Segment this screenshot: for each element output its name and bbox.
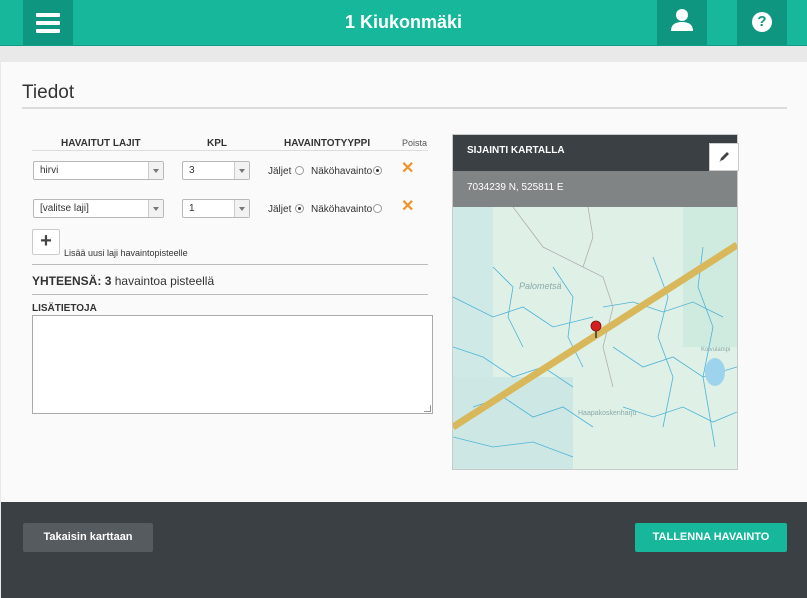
species-select-2[interactable]: [valitse laji] (33, 199, 164, 218)
map-terrain: Palometsä Haapakoskenharju Koivulampi (453, 207, 737, 469)
species-value-1: hirvi (40, 165, 59, 176)
count-value-1: 3 (189, 165, 195, 176)
divider (32, 264, 428, 265)
user-icon (671, 9, 693, 31)
tracks-radio-2[interactable] (295, 204, 304, 213)
top-bar: 1 Kiukonmäki ? (0, 0, 807, 46)
sighting-label-2: Näköhavainto (311, 204, 373, 215)
sighting-radio-2[interactable] (373, 204, 382, 213)
total-summary: YHTEENSÄ: 3 havaintoa pisteellä (32, 274, 214, 288)
resize-grip-icon[interactable] (424, 405, 431, 412)
map-card: SIJAINTI KARTALLA 7034239 N, 525811 E Pa… (452, 134, 739, 470)
delete-row-2-icon[interactable]: ✕ (401, 199, 414, 215)
chevron-down-icon (148, 200, 163, 217)
edit-location-button[interactable] (709, 143, 739, 171)
notes-label: LISÄTIETOJA (32, 303, 97, 314)
sighting-radio-1[interactable] (373, 166, 382, 175)
column-header-count: KPL (207, 138, 227, 149)
map-place-label: Koivulampi (701, 347, 730, 353)
back-to-map-button[interactable]: Takaisin karttaan (23, 523, 153, 552)
map-view[interactable]: Palometsä Haapakoskenharju Koivulampi (453, 207, 737, 469)
chevron-down-icon (234, 200, 249, 217)
coordinate-bar: 7034239 N, 525811 E (453, 171, 737, 207)
add-species-label: Lisää uusi laji havaintopisteelle (64, 248, 188, 258)
chevron-down-icon (234, 162, 249, 179)
total-suffix: havaintoa pisteellä (114, 274, 215, 288)
save-observation-button[interactable]: TALLENNA HAVAINTO (635, 523, 787, 552)
tracks-label-2: Jäljet (268, 204, 292, 215)
count-select-1[interactable]: 3 (182, 161, 250, 180)
chevron-down-icon (148, 162, 163, 179)
map-place-label: Palometsä (519, 281, 562, 291)
sighting-label-1: Näköhavainto (311, 166, 373, 177)
title-divider (22, 107, 787, 109)
add-species-button[interactable]: + (32, 229, 60, 255)
question-mark-icon: ? (752, 12, 772, 32)
tracks-label-1: Jäljet (268, 166, 292, 177)
total-count: 3 (104, 274, 112, 288)
coordinates-text: 7034239 N, 525811 E (467, 182, 564, 193)
column-header-type: HAVAINTOTYYPPI (284, 138, 371, 149)
species-value-2: [valitse laji] (40, 203, 89, 214)
count-select-2[interactable]: 1 (182, 199, 250, 218)
map-header: SIJAINTI KARTALLA (453, 135, 737, 171)
count-value-2: 1 (189, 203, 195, 214)
species-select-1[interactable]: hirvi (33, 161, 164, 180)
header-divider (32, 150, 428, 151)
column-header-delete: Poista (402, 138, 428, 148)
notes-textarea[interactable] (32, 315, 433, 414)
section-title: Tiedot (22, 82, 75, 103)
pencil-icon (719, 152, 729, 162)
total-prefix: YHTEENSÄ: (32, 274, 102, 288)
map-place-label: Haapakoskenharju (578, 410, 636, 417)
help-button[interactable]: ? (737, 0, 787, 45)
divider (32, 294, 428, 295)
column-header-species: HAVAITUT LAJIT (61, 138, 141, 149)
tracks-radio-1[interactable] (295, 166, 304, 175)
user-button[interactable] (657, 0, 707, 45)
delete-row-1-icon[interactable]: ✕ (401, 161, 414, 177)
map-title: SIJAINTI KARTALLA (467, 145, 565, 156)
